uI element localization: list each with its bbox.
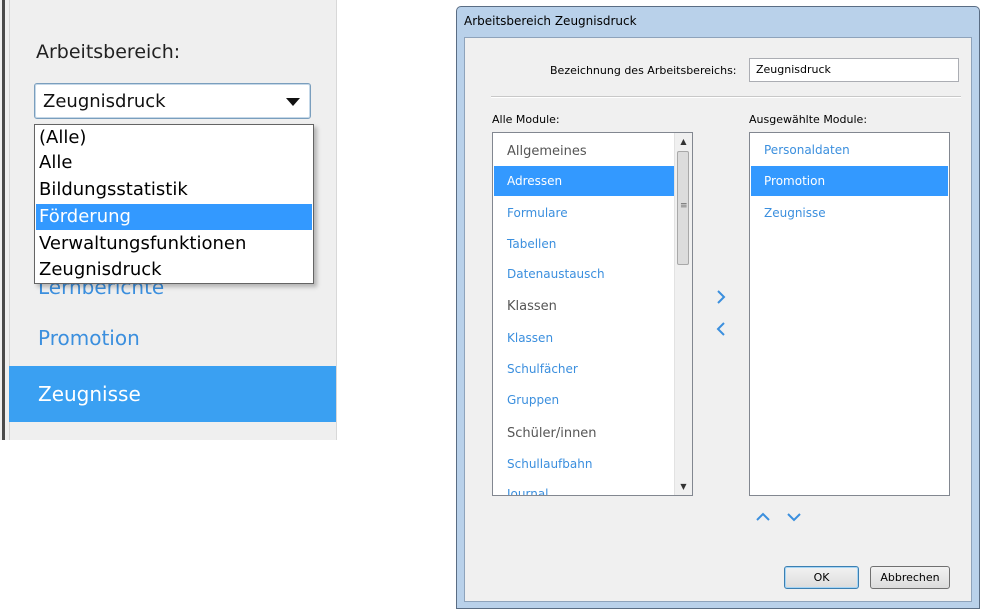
ok-button[interactable]: OK: [784, 566, 859, 589]
list-item-adressen[interactable]: Adressen: [494, 166, 674, 196]
list-item-schulfaecher[interactable]: Schulfächer: [494, 354, 674, 384]
grip-icon: ≡: [680, 201, 688, 211]
dropdown-option-zeugnisdruck[interactable]: Zeugnisdruck: [36, 257, 312, 283]
dropdown-option-bildungsstatistik[interactable]: Bildungsstatistik: [36, 177, 312, 203]
selected-modules-label: Ausgewählte Module:: [749, 113, 868, 126]
chevron-down-icon[interactable]: [785, 508, 803, 526]
chevron-up-icon[interactable]: [754, 508, 772, 526]
chevron-left-icon[interactable]: [712, 319, 730, 339]
separator: [491, 96, 961, 98]
workspace-dropdown-list: (Alle) Alle Bildungsstatistik Förderung …: [34, 124, 314, 284]
all-modules-scrollbar[interactable]: ▲ ≡ ▼: [674, 133, 692, 495]
workspace-name-input[interactable]: Zeugnisdruck: [749, 58, 959, 82]
dialog-body: Bezeichnung des Arbeitsbereichs: Zeugnis…: [464, 37, 972, 602]
dialog-title: Arbeitsbereich Zeugnisdruck: [464, 14, 637, 28]
list-item-klassen[interactable]: Klassen: [494, 323, 674, 353]
cancel-button[interactable]: Abbrechen: [870, 566, 950, 589]
workspace-name-label: Bezeichnung des Arbeitsbereichs:: [550, 64, 737, 77]
list-item-formulare[interactable]: Formulare: [494, 198, 674, 228]
list-item-journal[interactable]: Journal: [494, 479, 674, 495]
scrollbar-thumb[interactable]: ≡: [677, 151, 689, 265]
workspace-sidebar: Arbeitsbereich: Lernberichte Zeugnisdruc…: [0, 0, 337, 440]
dialog-titlebar[interactable]: Arbeitsbereich Zeugnisdruck: [457, 7, 979, 37]
sidebar-divider: [336, 0, 337, 440]
dropdown-option-alle[interactable]: Alle: [36, 150, 312, 176]
dropdown-option-verwaltungsfunktionen[interactable]: Verwaltungsfunktionen: [36, 231, 312, 257]
workspace-combobox[interactable]: Zeugnisdruck: [34, 83, 311, 119]
workspace-combobox-value: Zeugnisdruck: [43, 91, 166, 112]
list-group-klassen: Klassen: [507, 299, 557, 314]
list-item-zeugnisse[interactable]: Zeugnisse: [751, 198, 948, 228]
sidebar-item-label: Zeugnisse: [38, 382, 141, 406]
list-group-schueler-innen: Schüler/innen: [507, 426, 597, 441]
all-modules-label: Alle Module:: [492, 113, 560, 126]
dropdown-option-foerderung[interactable]: Förderung: [36, 204, 312, 230]
list-item-promotion[interactable]: Promotion: [751, 166, 948, 196]
workspace-label: Arbeitsbereich:: [36, 41, 181, 63]
list-item-tabellen[interactable]: Tabellen: [494, 229, 674, 259]
list-item-gruppen[interactable]: Gruppen: [494, 385, 674, 415]
list-item-schullaufbahn[interactable]: Schullaufbahn: [494, 449, 674, 479]
list-group-allgemeines: Allgemeines: [507, 144, 587, 159]
dropdown-option-alle-paren[interactable]: (Alle): [36, 125, 312, 151]
list-item-datenaustausch[interactable]: Datenaustausch: [494, 259, 674, 289]
selected-modules-list[interactable]: Personaldaten Promotion Zeugnisse: [749, 132, 950, 496]
scroll-down-arrow-icon[interactable]: ▼: [675, 478, 692, 495]
sidebar-item-promotion[interactable]: Promotion: [38, 326, 140, 350]
sidebar-item-zeugnisse[interactable]: Zeugnisse: [9, 366, 336, 422]
caret-down-icon[interactable]: [286, 98, 300, 106]
list-item-personaldaten[interactable]: Personaldaten: [751, 135, 948, 165]
chevron-right-icon[interactable]: [712, 287, 730, 307]
all-modules-list[interactable]: Allgemeines Adressen Formulare Tabellen …: [492, 132, 693, 496]
workspace-dialog: Arbeitsbereich Zeugnisdruck Bezeichnung …: [456, 6, 980, 609]
scroll-up-arrow-icon[interactable]: ▲: [675, 133, 692, 150]
